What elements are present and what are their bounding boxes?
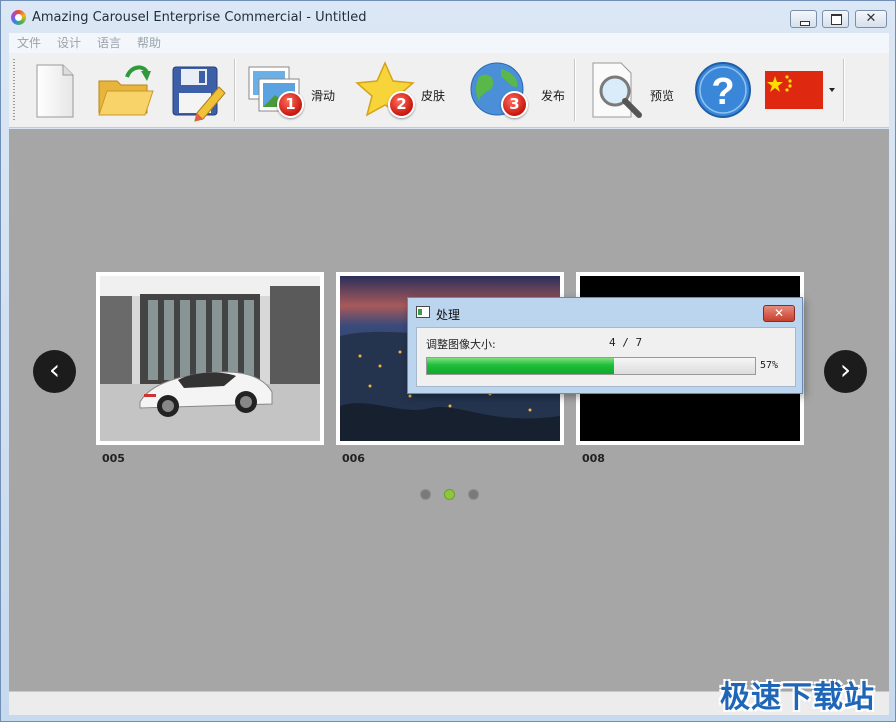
slide-caption: 008 <box>582 452 605 465</box>
slide-caption: 006 <box>342 452 365 465</box>
minimize-button[interactable] <box>790 10 817 28</box>
toolbar-separator <box>843 59 844 121</box>
menu-file[interactable]: 文件 <box>17 34 41 51</box>
slide-caption: 005 <box>102 452 125 465</box>
slides-button[interactable]: 1 滑动 <box>245 57 345 123</box>
menu-bar: 文件 设计 语言 帮助 <box>9 33 889 53</box>
open-button[interactable] <box>93 57 157 123</box>
question-icon: ? <box>695 62 751 118</box>
menu-language[interactable]: 语言 <box>97 34 121 51</box>
progress-fill <box>427 358 614 374</box>
toolbar-separator <box>234 59 235 121</box>
floppy-pencil-icon <box>172 66 226 122</box>
save-button[interactable] <box>167 57 227 123</box>
carousel-preview: ‹ 005 006 008 › <box>9 129 889 691</box>
slide-image-car <box>100 276 320 441</box>
carousel-next-button[interactable]: › <box>824 350 867 393</box>
dialog-body: 调整图像大小: 4 / 7 57% <box>416 327 796 387</box>
carousel-slide[interactable] <box>96 272 324 445</box>
window-title: Amazing Carousel Enterprise Commercial -… <box>32 10 367 25</box>
carousel-prev-button[interactable]: ‹ <box>33 350 76 393</box>
new-button[interactable] <box>27 57 83 123</box>
carousel-dot-active[interactable] <box>444 489 455 500</box>
publish-button[interactable]: 3 发布 <box>467 57 567 123</box>
skin-button[interactable]: 2 皮肤 <box>355 57 455 123</box>
maximize-button[interactable] <box>822 10 849 28</box>
close-button[interactable]: ✕ <box>855 10 887 28</box>
preview-label: 预览 <box>650 89 675 103</box>
chevron-left-icon: ‹ <box>48 353 61 386</box>
carousel-dot[interactable] <box>468 489 479 500</box>
step-badge-1: 1 <box>277 91 304 118</box>
language-dropdown[interactable] <box>761 57 845 123</box>
watermark-logo: 极速下载站 <box>720 680 875 715</box>
dialog-close-button[interactable]: ✕ <box>763 305 795 322</box>
dialog-window-icon <box>416 306 430 318</box>
open-folder-icon <box>98 65 154 116</box>
magnifier-icon <box>592 62 642 118</box>
svg-text:?: ? <box>711 71 734 113</box>
toolbar-grip[interactable] <box>13 59 15 121</box>
app-logo-icon <box>11 10 26 25</box>
china-flag-icon <box>765 71 835 109</box>
preview-button[interactable]: 预览 <box>587 57 685 123</box>
help-button[interactable]: ? <box>693 57 753 123</box>
blank-page-icon <box>36 64 74 118</box>
menu-design[interactable]: 设计 <box>57 34 81 51</box>
close-icon: ✕ <box>865 11 877 26</box>
title-bar[interactable]: Amazing Carousel Enterprise Commercial -… <box>1 1 895 33</box>
progress-percent: 57% <box>760 360 779 371</box>
task-label: 调整图像大小: <box>426 338 496 351</box>
step-badge-3: 3 <box>501 91 528 118</box>
dialog-title: 处理 <box>436 308 461 322</box>
step-badge-2: 2 <box>388 91 415 118</box>
chevron-right-icon: › <box>839 353 852 386</box>
publish-label: 发布 <box>541 89 566 103</box>
skin-label: 皮肤 <box>421 89 446 103</box>
carousel-dot[interactable] <box>420 489 431 500</box>
progress-bar <box>426 357 756 375</box>
processing-dialog: 处理 ✕ 调整图像大小: 4 / 7 57% <box>407 297 803 394</box>
close-icon: ✕ <box>773 306 785 320</box>
toolbar-separator <box>574 59 575 121</box>
menu-help[interactable]: 帮助 <box>137 34 161 51</box>
task-count: 4 / 7 <box>609 336 643 349</box>
toolbar: 1 滑动 2 皮肤 3 发布 预览 ? <box>9 53 889 128</box>
slides-label: 滑动 <box>311 89 336 103</box>
